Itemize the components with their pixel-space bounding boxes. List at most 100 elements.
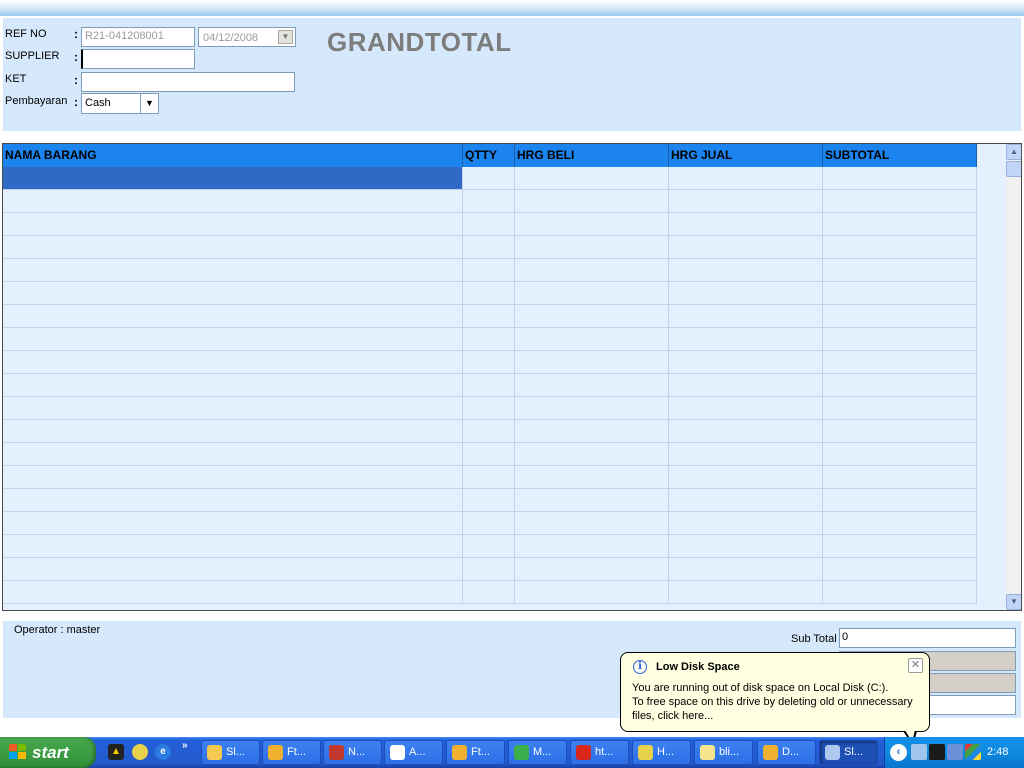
table-cell[interactable]	[463, 512, 515, 534]
table-row[interactable]	[3, 489, 977, 512]
table-cell[interactable]	[3, 259, 463, 281]
table-cell[interactable]	[669, 236, 823, 258]
table-cell[interactable]	[3, 397, 463, 419]
table-cell[interactable]	[823, 167, 977, 189]
table-cell[interactable]	[3, 213, 463, 235]
table-cell[interactable]	[669, 305, 823, 327]
col-nama-barang[interactable]: NAMA BARANG	[3, 144, 463, 167]
taskbar-button[interactable]: H...	[632, 740, 691, 765]
table-cell[interactable]	[515, 259, 669, 281]
taskbar-button[interactable]: A...	[384, 740, 443, 765]
table-cell[interactable]	[463, 466, 515, 488]
table-cell[interactable]	[823, 259, 977, 281]
table-cell[interactable]	[669, 167, 823, 189]
table-cell[interactable]	[463, 328, 515, 350]
table-cell[interactable]	[3, 443, 463, 465]
table-cell[interactable]	[515, 512, 669, 534]
table-cell[interactable]	[515, 558, 669, 580]
taskbar-button[interactable]: M...	[508, 740, 567, 765]
table-cell[interactable]	[669, 420, 823, 442]
table-row[interactable]	[3, 443, 977, 466]
table-cell[interactable]	[669, 535, 823, 557]
table-cell[interactable]	[463, 213, 515, 235]
table-cell[interactable]	[669, 512, 823, 534]
table-cell[interactable]	[823, 512, 977, 534]
table-cell[interactable]	[823, 558, 977, 580]
table-row[interactable]	[3, 328, 977, 351]
close-icon[interactable]: ✕	[908, 658, 923, 673]
table-cell[interactable]	[823, 282, 977, 304]
table-cell[interactable]	[463, 167, 515, 189]
scroll-up-icon[interactable]: ▲	[1006, 144, 1021, 160]
table-row[interactable]	[3, 259, 977, 282]
table-row[interactable]	[3, 305, 977, 328]
col-qtty[interactable]: QTTY	[463, 144, 515, 167]
table-cell[interactable]	[515, 374, 669, 396]
table-cell[interactable]	[669, 328, 823, 350]
table-cell[interactable]	[669, 259, 823, 281]
table-cell[interactable]	[3, 489, 463, 511]
table-cell[interactable]	[823, 328, 977, 350]
windows-flag-icon[interactable]	[965, 744, 981, 760]
table-cell[interactable]	[3, 328, 463, 350]
table-cell[interactable]	[669, 466, 823, 488]
taskbar-button[interactable]: N...	[323, 740, 382, 765]
ref-no-field[interactable]: R21-041208001	[81, 27, 195, 47]
table-cell[interactable]	[3, 466, 463, 488]
table-cell[interactable]	[669, 443, 823, 465]
table-cell[interactable]	[3, 558, 463, 580]
taskbar-button[interactable]: Sl...	[201, 740, 260, 765]
table-cell[interactable]	[463, 236, 515, 258]
col-hrg-beli[interactable]: HRG BELI	[515, 144, 669, 167]
table-cell[interactable]	[823, 374, 977, 396]
table-cell[interactable]	[823, 535, 977, 557]
table-cell[interactable]	[823, 213, 977, 235]
table-cell[interactable]	[515, 443, 669, 465]
date-picker[interactable]: 04/12/2008 ▼	[198, 27, 296, 47]
table-cell[interactable]	[3, 374, 463, 396]
table-cell[interactable]	[463, 535, 515, 557]
items-grid[interactable]: NAMA BARANG QTTY HRG BELI HRG JUAL SUBTO…	[2, 143, 1022, 611]
table-cell[interactable]	[515, 351, 669, 373]
table-cell[interactable]	[3, 420, 463, 442]
table-cell[interactable]	[823, 443, 977, 465]
table-cell[interactable]	[463, 374, 515, 396]
table-row[interactable]	[3, 466, 977, 489]
table-cell[interactable]	[515, 535, 669, 557]
taskbar-button[interactable]: D...	[757, 740, 816, 765]
balloon-message[interactable]: You are running out of disk space on Loc…	[632, 681, 922, 723]
supplier-field[interactable]	[81, 49, 195, 69]
table-row[interactable]	[3, 351, 977, 374]
table-cell[interactable]	[823, 489, 977, 511]
quicklaunch-more-icon[interactable]: »	[182, 740, 188, 751]
network-icon[interactable]	[947, 744, 963, 760]
table-cell[interactable]	[669, 374, 823, 396]
subtotal-field[interactable]: 0	[839, 628, 1016, 648]
table-row[interactable]	[3, 535, 977, 558]
table-cell[interactable]	[823, 305, 977, 327]
table-cell[interactable]	[669, 489, 823, 511]
table-cell[interactable]	[463, 351, 515, 373]
table-cell[interactable]	[3, 351, 463, 373]
table-cell[interactable]	[669, 282, 823, 304]
table-cell[interactable]	[515, 213, 669, 235]
table-cell[interactable]	[515, 282, 669, 304]
table-row[interactable]	[3, 374, 977, 397]
table-cell[interactable]	[823, 236, 977, 258]
quicklaunch-app-icon[interactable]: ▲	[108, 744, 124, 760]
table-cell[interactable]	[669, 190, 823, 212]
taskbar-button[interactable]: Ft...	[262, 740, 321, 765]
table-cell[interactable]	[463, 190, 515, 212]
scroll-down-icon[interactable]: ▼	[1006, 594, 1021, 610]
table-cell[interactable]	[669, 397, 823, 419]
tray-expand-icon[interactable]: ‹	[890, 744, 907, 761]
table-cell[interactable]	[823, 190, 977, 212]
table-cell[interactable]	[463, 420, 515, 442]
table-cell[interactable]	[463, 558, 515, 580]
ie-icon[interactable]: e	[155, 744, 171, 760]
table-cell[interactable]	[3, 512, 463, 534]
table-cell[interactable]	[463, 397, 515, 419]
table-row[interactable]	[3, 190, 977, 213]
table-cell[interactable]	[515, 328, 669, 350]
taskbar-button[interactable]: Sl...	[819, 740, 878, 765]
